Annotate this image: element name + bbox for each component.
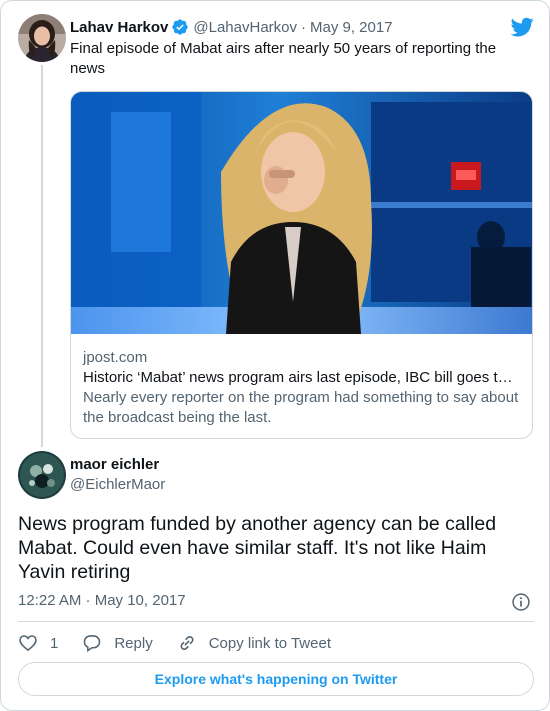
like-count: 1 [50,634,59,652]
link-icon [180,636,194,650]
info-icon[interactable] [511,592,531,612]
heart-icon [19,635,37,652]
parent-date[interactable]: May 9, 2017 [310,19,393,36]
copy-link-label: Copy link to Tweet [208,634,331,652]
copy-link-button[interactable]: Copy link to Tweet [177,633,331,653]
parent-header: Lahav Harkov @LahavHarkov · May 9, 2017 [70,17,393,37]
thread-connector-line [41,65,43,447]
parent-author-handle[interactable]: @LahavHarkov [193,19,297,36]
reply-author-handle[interactable]: @EichlerMaor [70,476,165,493]
link-preview-image [71,92,532,334]
link-domain: jpost.com [83,349,148,366]
like-button[interactable]: 1 [18,633,58,653]
tweet-embed-card: Lahav Harkov @LahavHarkov · May 9, 2017 … [0,0,550,711]
reply-label: Reply [114,634,153,652]
parent-avatar[interactable] [18,14,66,62]
reply-author-name[interactable]: maor eichler [70,456,159,473]
twitter-bird-icon[interactable] [510,15,534,39]
action-bar: 1 Reply Copy link to Tweet [18,631,331,655]
link-preview-card[interactable]: jpost.com Historic ‘Mabat’ news program … [70,91,533,439]
reply-timestamp[interactable]: 12:22 AM · May 10, 2017 [18,592,186,609]
link-description: Nearly every reporter on the program had… [83,389,519,426]
parent-author-name[interactable]: Lahav Harkov [70,19,168,36]
link-preview-meta: jpost.com Historic ‘Mabat’ news program … [83,348,520,428]
header-separator: · [301,18,306,36]
reply-button[interactable]: Reply [82,633,153,653]
explore-twitter-button[interactable]: Explore what's happening on Twitter [18,662,534,696]
verified-badge-icon [171,18,189,36]
reply-tweet-text: News program funded by another agency ca… [18,513,497,583]
parent-tweet-text: Final episode of Mabat airs after nearly… [70,40,497,77]
actions-divider [18,621,534,622]
link-title: Historic ‘Mabat’ news program airs last … [83,369,513,386]
reply-avatar[interactable] [18,451,66,499]
reply-bubble-icon [84,635,101,652]
